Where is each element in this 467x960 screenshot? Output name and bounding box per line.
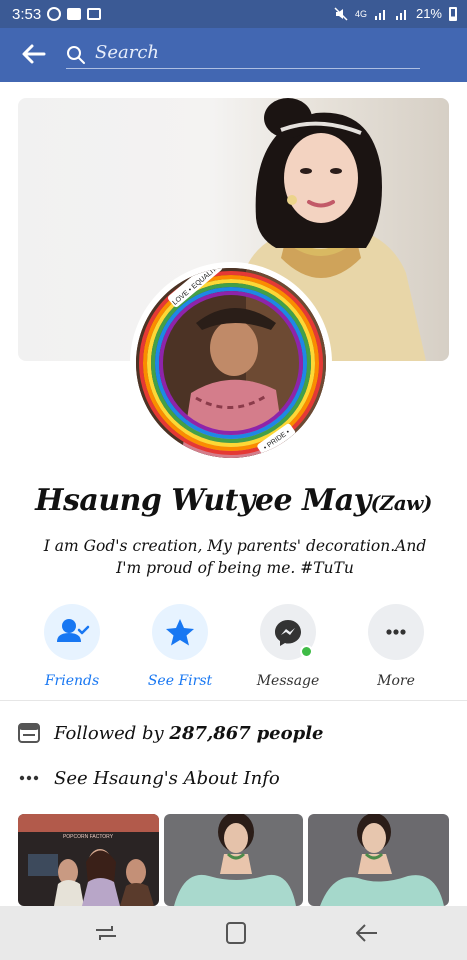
followers-row: Followed by 287,867 people: [18, 718, 324, 748]
profile-name: Hsaung Wutyee May(Zaw): [0, 483, 467, 518]
status-time: 3:53: [12, 5, 42, 23]
profile-bio: I am God's creation, My parents' decorat…: [43, 537, 427, 577]
recent-apps-icon[interactable]: [92, 920, 120, 946]
back-icon[interactable]: [353, 920, 381, 946]
photo-thumbnail[interactable]: [164, 814, 303, 906]
image-notification-icon: [87, 8, 102, 20]
home-icon[interactable]: [222, 920, 250, 946]
followed-suffix: people: [256, 722, 324, 744]
followers-count: 287,867: [169, 722, 251, 744]
search-input[interactable]: Search: [66, 42, 420, 69]
mute-icon: [334, 6, 348, 21]
photo-thumbnail[interactable]: POPCORN FACTORY: [18, 814, 159, 906]
followed-prefix: Followed by: [54, 722, 164, 744]
status-right: 4G 21%: [334, 6, 457, 21]
about-info-row[interactable]: See Hsaung's About Info: [18, 763, 280, 793]
android-nav-bar: [0, 906, 467, 960]
search-icon: [67, 46, 85, 64]
network-type: 4G: [354, 8, 367, 19]
search-placeholder: Search: [95, 42, 159, 63]
top-app-bar: Search: [0, 28, 467, 82]
status-bar: 3:53 4G 21%: [0, 0, 467, 28]
star-icon: [166, 619, 194, 646]
friends-label: Friends: [44, 673, 100, 689]
friends-circle: [44, 604, 100, 660]
photos-row: POPCORN FACTORY: [18, 814, 449, 906]
photo-caption: POPCORN FACTORY: [63, 834, 114, 840]
more-circle: [368, 604, 424, 660]
see-first-button[interactable]: See First: [140, 604, 220, 689]
signal-icon-2: [395, 10, 406, 20]
see-first-circle: [152, 604, 208, 660]
message-button[interactable]: Message: [248, 604, 328, 689]
message-circle: [260, 604, 316, 660]
online-status-dot: [300, 645, 313, 658]
notification-icon: [47, 7, 62, 21]
friends-button[interactable]: Friends: [32, 604, 112, 689]
photo-thumbnail[interactable]: [308, 814, 449, 906]
message-label: Message: [256, 673, 320, 689]
more-dots-icon: [386, 629, 406, 635]
back-arrow-icon[interactable]: [20, 41, 46, 67]
see-first-label: See First: [147, 673, 213, 689]
profile-name-main: Hsaung Wutyee May: [35, 483, 371, 518]
avatar[interactable]: LOVE • EQUALITY • PRIDE •: [136, 268, 326, 458]
photo-image-2: [164, 814, 303, 906]
profile-picture-image: LOVE • EQUALITY • PRIDE •: [136, 268, 326, 458]
section-divider: [0, 700, 467, 701]
friends-check-icon: [57, 619, 90, 642]
folder-icon: [67, 8, 82, 20]
followers-icon: [18, 723, 40, 743]
profile-actions: Friends See First Message More: [0, 604, 467, 694]
more-label: More: [377, 673, 415, 689]
signal-icon: [374, 10, 385, 20]
battery-percent: 21%: [415, 6, 442, 21]
battery-icon: [449, 6, 457, 21]
about-info-link[interactable]: See Hsaung's About Info: [54, 768, 280, 789]
photo-image-3: [308, 814, 449, 906]
more-dots-small-icon: [19, 775, 39, 781]
more-button[interactable]: More: [356, 604, 436, 689]
profile-name-suffix: (Zaw): [370, 491, 433, 515]
followers-text: Followed by 287,867 people: [54, 723, 324, 744]
photo-image-1: POPCORN FACTORY: [18, 814, 159, 906]
